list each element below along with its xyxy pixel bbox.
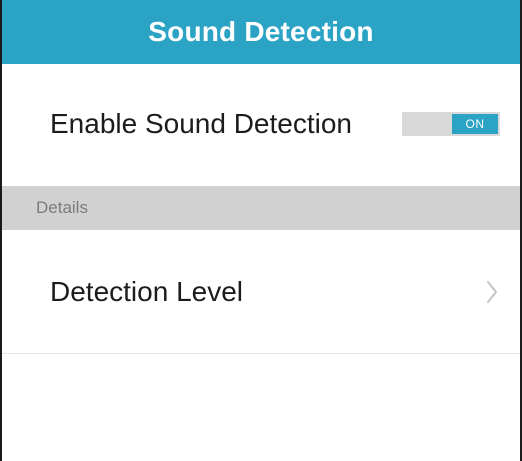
enable-sound-detection-row: Enable Sound Detection ON — [2, 64, 520, 184]
sound-detection-screen: Sound Detection Enable Sound Detection O… — [0, 0, 522, 461]
app-header: Sound Detection — [2, 0, 520, 64]
enable-sound-detection-label: Enable Sound Detection — [50, 108, 352, 139]
toggle-on-indicator: ON — [452, 114, 498, 134]
details-section-header: Details — [2, 186, 520, 230]
detection-level-row[interactable]: Detection Level — [2, 230, 520, 354]
page-title: Sound Detection — [148, 16, 374, 47]
details-section-label: Details — [36, 198, 88, 217]
chevron-right-icon — [484, 279, 500, 305]
enable-sound-detection-toggle[interactable]: ON — [402, 112, 500, 136]
detection-level-label: Detection Level — [50, 275, 244, 307]
